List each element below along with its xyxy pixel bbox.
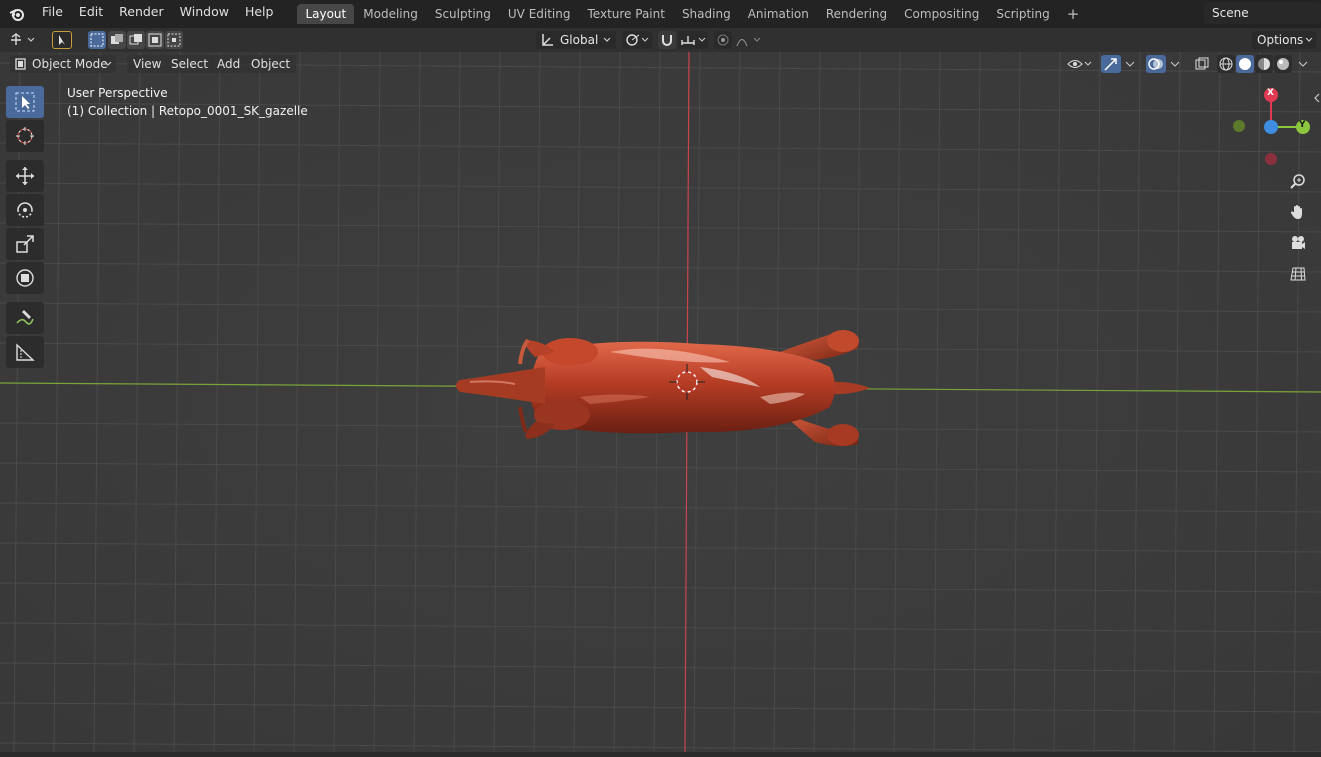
shading-rendered-icon[interactable] — [1274, 55, 1292, 73]
tab-compositing[interactable]: Compositing — [896, 4, 987, 24]
proportional-falloff-icon[interactable] — [734, 31, 764, 49]
options-dropdown[interactable]: Options — [1252, 31, 1316, 49]
annotate-tool-icon[interactable] — [6, 302, 44, 334]
zoom-icon[interactable] — [1286, 170, 1310, 194]
viewport-header: Object Mode View Select Add Object — [0, 52, 1321, 76]
tab-layout[interactable]: Layout — [297, 4, 355, 24]
visibility-dropdown[interactable] — [1064, 55, 1094, 73]
menu-help[interactable]: Help — [237, 0, 282, 28]
gizmo-toggle-icon[interactable] — [1101, 55, 1121, 73]
3d-viewport[interactable] — [0, 52, 1321, 752]
tab-uv-editing[interactable]: UV Editing — [500, 4, 579, 24]
cursor-tool-icon[interactable] — [6, 120, 44, 152]
overlays-dropdown[interactable] — [1167, 55, 1183, 73]
mode-dropdown[interactable]: Object Mode — [10, 55, 116, 73]
selection-mode-new-icon[interactable] — [88, 31, 106, 49]
selection-mode-extend-icon[interactable] — [108, 31, 126, 49]
mode-label: Object Mode — [32, 57, 108, 71]
add-menu[interactable]: Add — [211, 55, 247, 73]
transform-tool-dropdown[interactable] — [6, 31, 40, 49]
menu-file[interactable]: File — [34, 0, 71, 28]
snap-toggle-icon[interactable] — [658, 31, 676, 49]
tab-rendering[interactable]: Rendering — [818, 4, 895, 24]
gizmo-z-dot — [1264, 120, 1278, 134]
pan-hand-icon[interactable] — [1286, 200, 1310, 224]
gizmo-x-label: X — [1267, 88, 1274, 98]
tab-modeling[interactable]: Modeling — [355, 4, 426, 24]
selection-mode-subtract-icon[interactable] — [127, 31, 145, 49]
tab-shading[interactable]: Shading — [674, 4, 739, 24]
gizmo-dropdown[interactable] — [1122, 55, 1138, 73]
transform-tool-icon[interactable] — [6, 262, 44, 294]
tab-scripting[interactable]: Scripting — [988, 4, 1057, 24]
camera-view-icon[interactable] — [1286, 231, 1310, 255]
options-label: Options — [1257, 33, 1304, 47]
tool-header: Global Options — [0, 28, 1321, 52]
menu-window[interactable]: Window — [172, 0, 237, 28]
proportional-edit-icon[interactable] — [714, 31, 732, 49]
blender-logo-icon[interactable] — [0, 0, 34, 28]
viewport-grid — [0, 52, 1321, 752]
sidebar-toggle-icon[interactable] — [1312, 92, 1321, 104]
pivot-point-icon[interactable] — [622, 31, 652, 49]
measure-tool-icon[interactable] — [6, 336, 44, 368]
gizmo-y-label: Y — [1299, 120, 1306, 130]
select-menu[interactable]: Select — [165, 55, 215, 73]
snap-target-icon[interactable] — [678, 31, 708, 49]
rotate-tool-icon[interactable] — [6, 194, 44, 226]
transform-orientation-dropdown[interactable]: Global — [536, 31, 616, 49]
tab-texture-paint[interactable]: Texture Paint — [580, 4, 673, 24]
gizmo-neg-x-dot — [1265, 153, 1277, 165]
gizmo-neg-y-dot — [1233, 120, 1245, 132]
selection-mode-invert-icon[interactable] — [146, 31, 164, 49]
orthographic-grid-icon[interactable] — [1286, 262, 1310, 286]
shading-material-icon[interactable] — [1255, 55, 1273, 73]
top-bar: File Edit Render Window Help Layout Mode… — [0, 0, 1321, 28]
shading-solid-icon[interactable] — [1236, 55, 1254, 73]
move-tool-icon[interactable] — [6, 160, 44, 192]
view-menu[interactable]: View — [127, 55, 168, 73]
xray-toggle-icon[interactable] — [1192, 55, 1212, 73]
active-collection-label: (1) Collection | Retopo_0001_SK_gazelle — [67, 104, 308, 118]
tool-shelf — [6, 86, 48, 370]
shading-wireframe-icon[interactable] — [1217, 55, 1235, 73]
status-bar — [0, 752, 1321, 757]
shading-dropdown[interactable] — [1295, 55, 1311, 73]
tab-sculpting[interactable]: Sculpting — [427, 4, 499, 24]
select-tool-icon[interactable] — [6, 86, 44, 118]
object-menu[interactable]: Object — [245, 55, 297, 73]
overlays-toggle-icon[interactable] — [1146, 55, 1166, 73]
transform-orientation-label: Global — [560, 33, 599, 47]
selection-mode-intersect-icon[interactable] — [165, 31, 183, 49]
add-workspace-button[interactable]: + — [1059, 4, 1088, 24]
tab-animation[interactable]: Animation — [740, 4, 817, 24]
scene-name-field[interactable]: Scene — [1204, 2, 1321, 24]
scale-tool-icon[interactable] — [6, 228, 44, 260]
select-box-tool-icon[interactable] — [52, 31, 72, 49]
menu-edit[interactable]: Edit — [71, 0, 111, 28]
menu-render[interactable]: Render — [111, 0, 172, 28]
view-perspective-label: User Perspective — [67, 86, 168, 100]
